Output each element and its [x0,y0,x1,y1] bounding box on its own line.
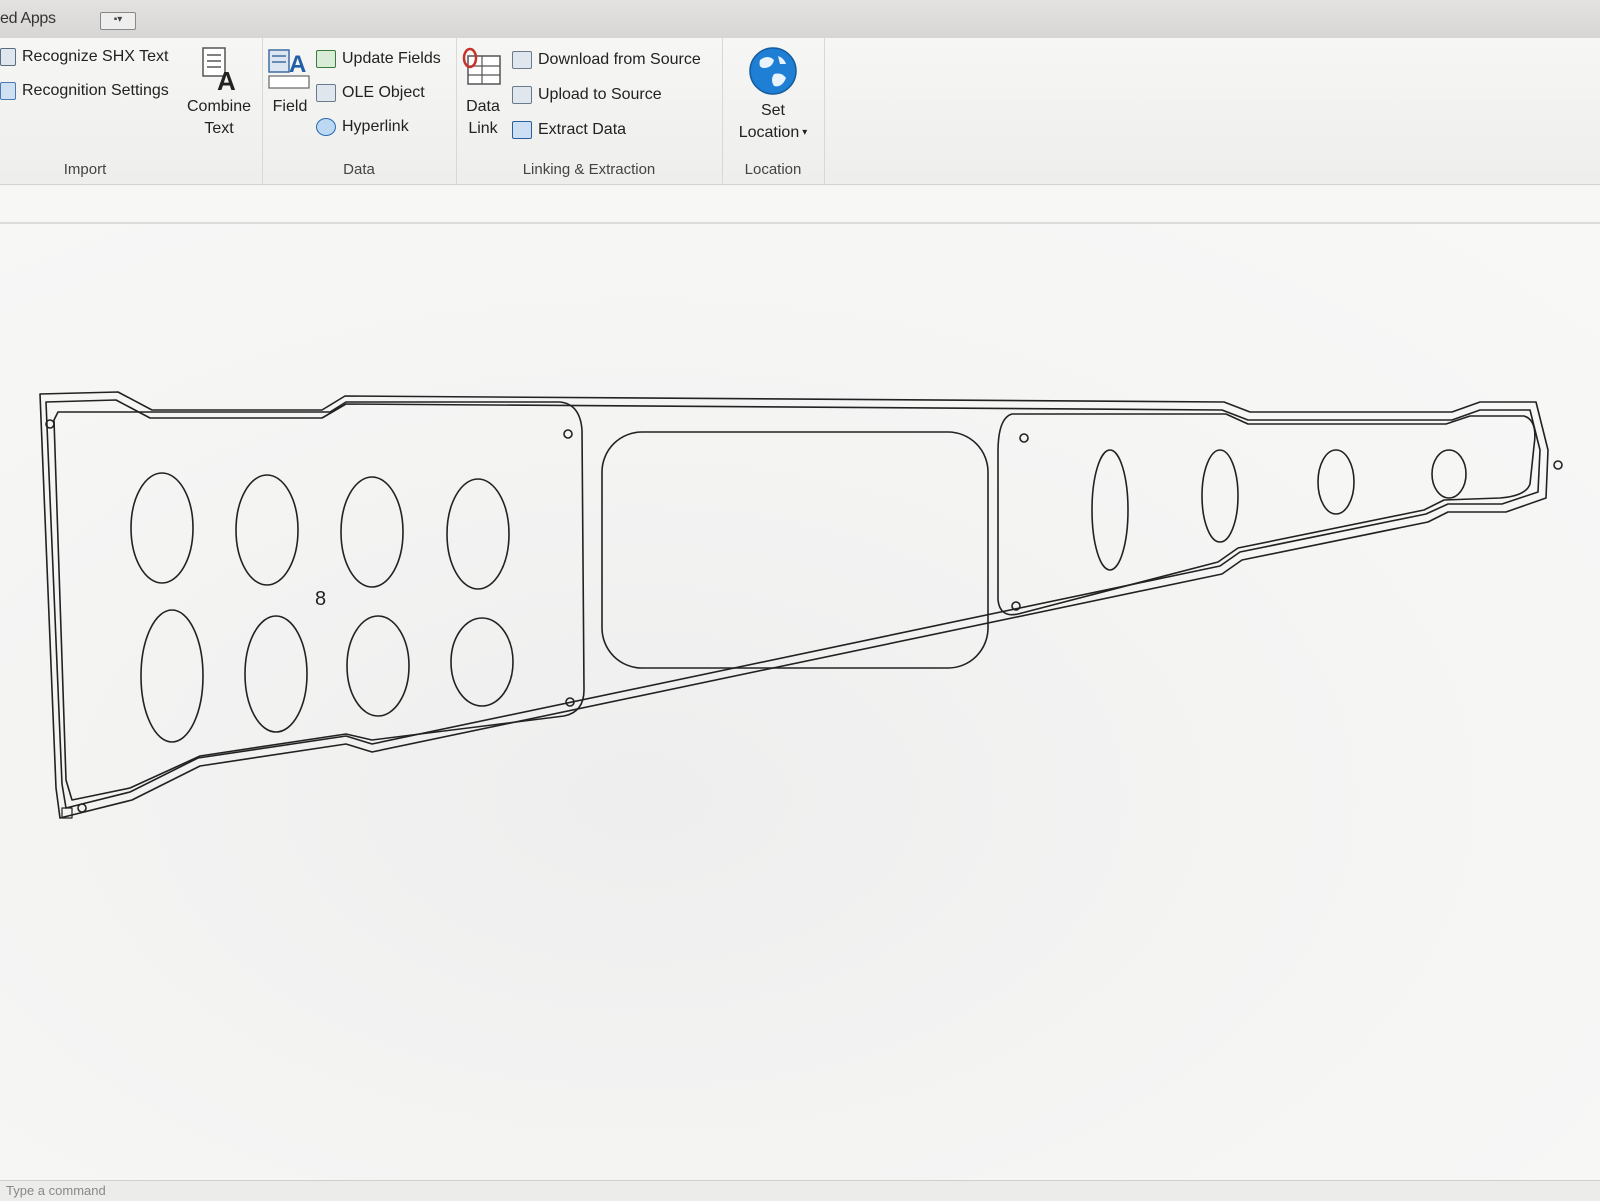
part-outer-contour [39,391,1549,819]
title-bar: ed Apps ▪▾ [0,0,1600,39]
field-button[interactable]: A Field [266,46,314,118]
app-title: ed Apps [0,10,56,27]
upload-to-source-button[interactable]: Upload to Source [512,86,662,104]
download-table-icon [512,51,532,69]
ribbon: Recognize SHX Text Recognition Settings … [0,38,1600,185]
ole-object-button[interactable]: OLE Object [316,84,425,102]
right-plate-outline [997,413,1536,616]
hyperlink-button[interactable]: Hyperlink [316,118,409,136]
globe-link-icon [316,118,336,136]
hole [563,429,573,439]
globe-icon [749,47,797,95]
slot [130,472,194,584]
hole [1553,460,1563,470]
panel-label-import: Import [63,161,107,178]
center-window [601,431,989,669]
extract-data-button[interactable]: Extract Data [512,121,626,139]
slot [235,474,299,586]
recognize-shx-icon [0,48,16,66]
drawing-canvas[interactable]: 8 [0,224,1600,1180]
slot [244,615,308,733]
svg-text:A: A [289,51,306,78]
svg-text:A: A [217,66,236,92]
slot [446,478,510,590]
recognition-settings-button[interactable]: Recognition Settings [0,82,169,100]
set-location-button[interactable]: Set Location ▾ [728,46,818,144]
download-from-source-button[interactable]: Download from Source [512,51,701,69]
hole [77,803,87,813]
recognition-settings-icon [0,82,16,100]
upload-table-icon [512,86,532,104]
panel-label-location: Location [744,161,802,178]
slot [1317,449,1355,515]
panel-location: Set Location ▾ Location [722,38,825,184]
slot [346,615,410,717]
update-fields-icon [316,50,336,68]
slot [450,617,514,707]
panel-label-linking-extraction: Linking & Extraction [522,161,656,178]
slot [1201,449,1239,543]
field-icon: A [268,49,310,89]
quick-access-dropdown-button[interactable]: ▪▾ [100,12,136,30]
cad-drawing: 8 [39,391,1563,819]
data-link-button[interactable]: Data Link [460,46,506,140]
panel-data: A Field Update Fields OLE Object Hyperli… [262,38,457,184]
slot [1431,449,1467,499]
panel-linking-extraction: Data Link Download from Source Upload to… [456,38,723,184]
part-inner-contour [45,399,1541,809]
update-fields-button[interactable]: Update Fields [316,50,441,68]
panel-label-data: Data [343,161,375,178]
command-line[interactable]: Type a command [0,1180,1600,1201]
hole [1019,433,1029,443]
drawing-tab-strip [0,186,1600,224]
combine-text-icon: A [202,47,236,92]
command-prompt: Type a command [6,1183,106,1198]
slot [1091,449,1129,571]
slot [340,476,404,588]
slot [140,609,204,743]
ole-object-icon [316,84,336,102]
set-location-dropdown-icon[interactable]: ▾ [802,127,807,138]
panel-import: Recognize SHX Text Recognition Settings … [0,38,263,184]
combine-text-button[interactable]: A Combine Text [184,46,254,140]
data-link-icon [462,47,501,85]
drawing-label-8: 8 [315,588,326,610]
recognize-shx-text-button[interactable]: Recognize SHX Text [0,48,168,66]
extract-data-icon [512,121,532,139]
